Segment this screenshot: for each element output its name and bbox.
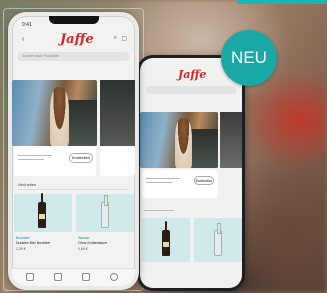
person-image xyxy=(175,117,193,168)
home-icon[interactable] xyxy=(26,273,34,281)
product-subtitle: Dunkles Bier Bockbier xyxy=(16,241,51,245)
search-input[interactable] xyxy=(146,86,236,94)
section-divider xyxy=(18,189,128,190)
product-price: 2,39 € xyxy=(16,247,26,251)
beer-bottle-image xyxy=(162,220,170,256)
search-placeholder: Suchen nach Produkten xyxy=(22,54,60,58)
brand-logo: Jaffe xyxy=(178,68,207,81)
brand-logo: Jaffe xyxy=(60,32,94,47)
cart-icon[interactable] xyxy=(82,273,90,281)
product-price: 0,69 € xyxy=(78,247,88,251)
product-subtitle: Ohne Kohlensäure xyxy=(78,241,108,245)
product-card[interactable] xyxy=(14,192,72,232)
new-badge: NEU xyxy=(221,30,277,86)
section-title xyxy=(144,210,174,211)
promo-image-2[interactable] xyxy=(100,80,135,146)
chevron-left-icon[interactable]: ‹ xyxy=(22,36,24,43)
beer-bottle-image xyxy=(38,192,46,228)
promo-image[interactable] xyxy=(140,112,218,168)
phone-back: Jaffe Entdecken xyxy=(137,55,245,291)
promo-text-line xyxy=(18,155,52,156)
discover-button[interactable]: Entdecken xyxy=(69,153,93,163)
promo-card[interactable]: Entdecken xyxy=(142,170,218,198)
shelf-image xyxy=(190,128,218,168)
status-time: 9:41 xyxy=(22,22,32,28)
bottom-tab-bar xyxy=(12,268,135,286)
product-card[interactable] xyxy=(194,218,242,262)
phone-front: 9:41 ‹ Jaffe ⌕ ▢ Suchen nach Produkten E… xyxy=(8,12,139,290)
phone-back-screen: Jaffe Entdecken xyxy=(140,58,242,288)
discover-button[interactable]: Entdecken xyxy=(194,176,214,185)
section-title: Neuheiten xyxy=(18,182,37,187)
shelf-image xyxy=(67,99,97,146)
profile-icon[interactable] xyxy=(110,273,118,281)
search-icon[interactable] xyxy=(54,273,62,281)
promo-text-line xyxy=(146,178,180,179)
water-bottle-image xyxy=(101,194,109,228)
search-input[interactable]: Suchen nach Produkten xyxy=(18,52,129,61)
product-card[interactable] xyxy=(76,194,134,232)
promo-image-2[interactable] xyxy=(220,112,242,168)
promo-card[interactable]: Entdecken xyxy=(14,146,96,176)
product-name: Bockbier xyxy=(16,236,30,240)
promo-card-2[interactable] xyxy=(100,146,135,176)
product-card[interactable] xyxy=(142,218,190,262)
promo-text-line xyxy=(146,182,172,183)
water-bottle-image xyxy=(214,222,222,256)
product-name: Wasser xyxy=(78,236,90,240)
search-icon[interactable]: ⌕ xyxy=(114,35,117,42)
cart-icon[interactable]: ▢ xyxy=(121,35,127,42)
promo-text-line xyxy=(18,159,44,160)
teal-accent-strip xyxy=(237,0,327,4)
promo-image[interactable] xyxy=(12,80,97,146)
person-image xyxy=(50,86,69,146)
phone-notch xyxy=(48,16,99,24)
